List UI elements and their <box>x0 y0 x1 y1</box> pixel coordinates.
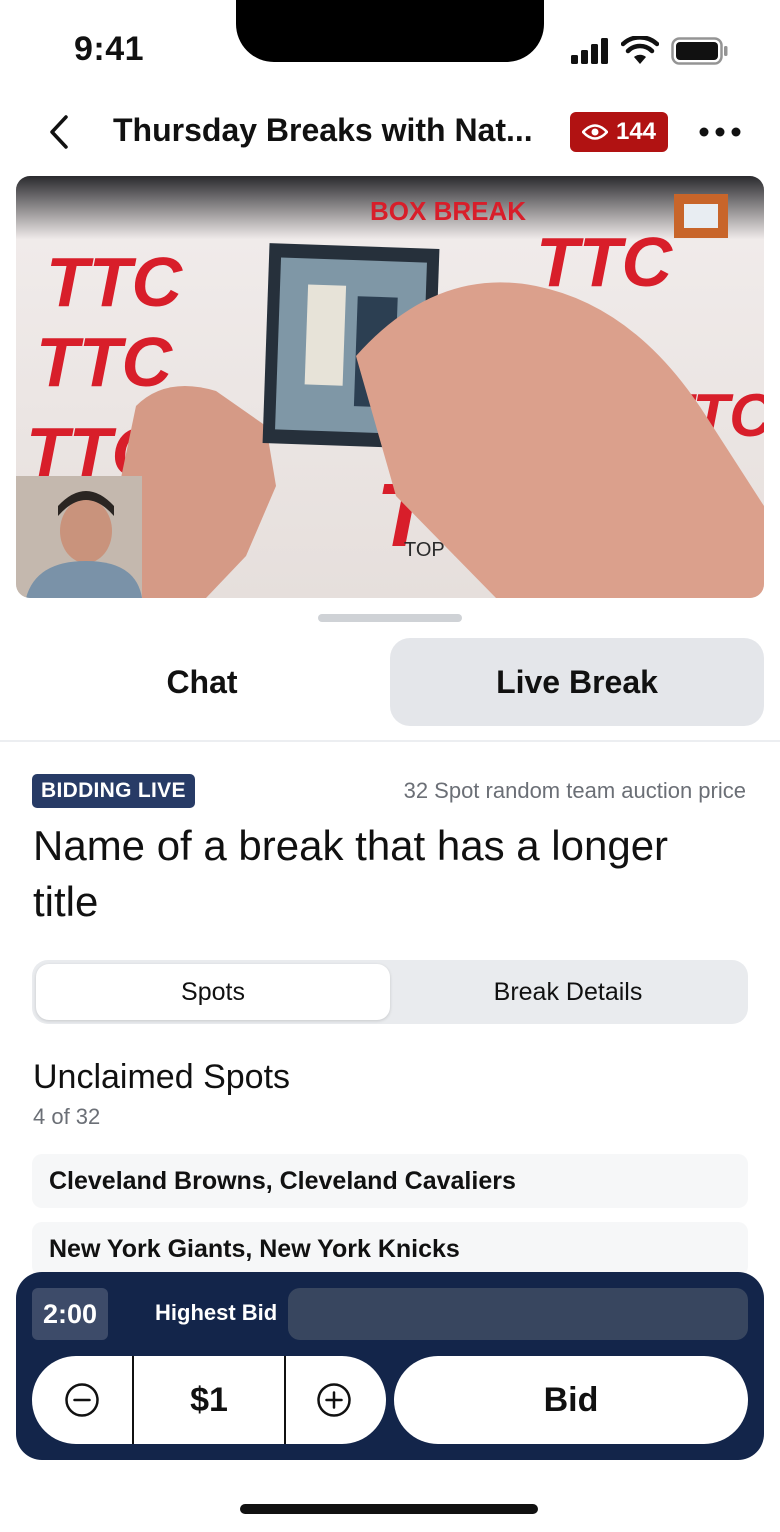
wifi-icon <box>621 36 659 64</box>
back-chevron-icon[interactable] <box>44 112 76 152</box>
battery-icon <box>671 37 728 65</box>
unclaimed-spots-heading: Unclaimed Spots <box>33 1058 291 1096</box>
section-divider <box>0 740 780 742</box>
tab-chat[interactable]: Chat <box>16 638 388 726</box>
list-item[interactable]: New York Giants, New York Knicks <box>32 1222 748 1276</box>
decrease-bid-button[interactable] <box>32 1356 132 1444</box>
highest-bid-label: Highest Bid <box>155 1300 278 1325</box>
bidding-live-badge: BIDDING LIVE <box>32 774 195 808</box>
viewer-count: 144 <box>615 118 657 145</box>
list-item[interactable]: Cleveland Browns, Cleveland Cavaliers <box>32 1154 748 1208</box>
break-subtitle: 32 Spot random team auction price <box>403 778 746 803</box>
segment-spots[interactable]: Spots <box>36 964 390 1020</box>
status-time: 9:41 <box>74 30 145 68</box>
cellular-signal-icon <box>571 38 608 64</box>
bid-amount: $1 <box>190 1380 228 1419</box>
viewer-count-badge: 144 <box>570 112 668 152</box>
brand-mark: TTC <box>46 243 184 321</box>
unclaimed-spots-count: 4 of 32 <box>33 1104 101 1129</box>
sheet-grabber[interactable] <box>318 614 462 622</box>
device-notch <box>236 0 544 62</box>
auction-timer: 2:00 <box>32 1288 108 1340</box>
svg-text:TTC: TTC <box>36 323 174 401</box>
page-title: Thursday Breaks with Nat... <box>113 112 533 148</box>
break-title: Name of a break that has a longer title <box>33 822 669 925</box>
svg-text:TTC: TTC <box>536 223 674 301</box>
live-video-stream[interactable]: TTC TTC TTC TTC TTC TTC BOX BREAK TOP TR… <box>16 176 764 598</box>
tab-live-break[interactable]: Live Break <box>390 638 764 726</box>
minus-circle-icon <box>65 1383 99 1417</box>
more-options-icon[interactable] <box>698 122 742 142</box>
plus-circle-icon <box>317 1383 351 1417</box>
eye-icon <box>581 124 608 140</box>
bid-button[interactable]: Bid <box>394 1356 748 1444</box>
segment-break-details[interactable]: Break Details <box>392 964 744 1020</box>
home-indicator[interactable] <box>240 1504 538 1514</box>
increase-bid-button[interactable] <box>286 1356 382 1444</box>
highest-bid-value <box>288 1288 748 1340</box>
box-break-banner: BOX BREAK <box>370 196 526 226</box>
video-frame: TTC TTC TTC TTC TTC TTC BOX BREAK TOP TR… <box>16 176 764 598</box>
